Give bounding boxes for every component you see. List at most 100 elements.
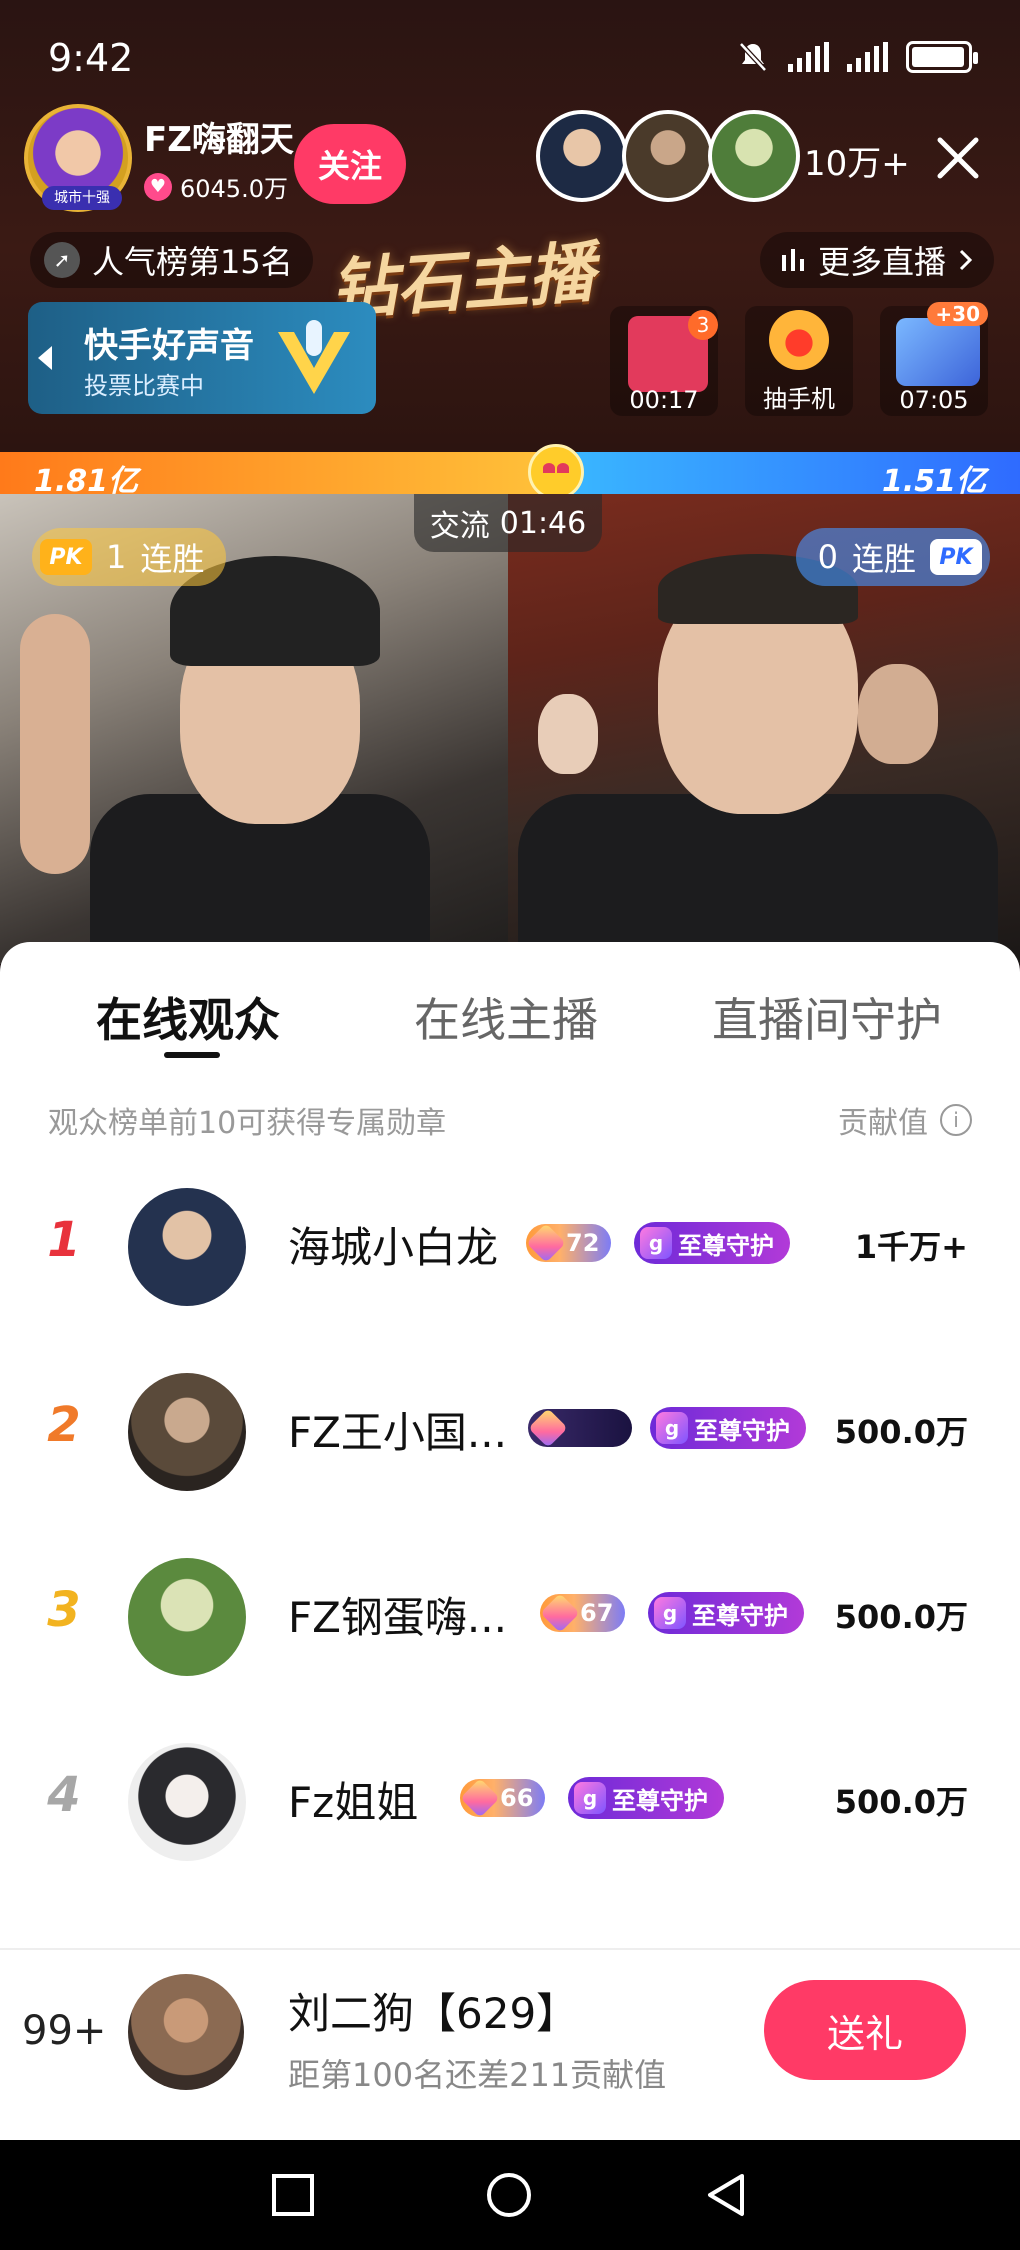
streamer-body <box>518 794 998 964</box>
contribution-header[interactable]: 贡献值 i <box>838 1098 972 1142</box>
guardian-badge: g 至尊守护 <box>634 1222 790 1264</box>
user-name: 海城小白龙 <box>288 1223 499 1272</box>
tab-online-audience[interactable]: 在线观众 <box>96 984 280 1050</box>
tab-room-guardians[interactable]: 直播间守护 <box>712 984 942 1050</box>
signal-icon-2 <box>847 42 888 72</box>
rank-icon: ➚ <box>44 242 80 278</box>
status-time: 9:42 <box>48 36 134 80</box>
gem-icon <box>526 1223 566 1263</box>
level-value: 72 <box>566 1229 600 1257</box>
ranking-hint: 观众榜单前10可获得专属勋章 <box>48 1106 447 1141</box>
raised-finger <box>20 614 90 874</box>
level-badge: 67 <box>540 1593 626 1633</box>
rank-number: 1 <box>47 1212 81 1268</box>
contribution-value: 500.0万 <box>834 1598 968 1636</box>
popularity-ticket-icon <box>896 318 980 386</box>
ranking-row[interactable]: 2 FZ王小国... g 至尊守护 500.0万 <box>0 1339 1020 1525</box>
microphone-v-icon <box>278 320 350 394</box>
viewer-avatar[interactable] <box>536 110 628 202</box>
lottery-widget[interactable]: 抽手机 <box>745 306 853 416</box>
ranking-row[interactable]: 4 Fz姐姐 66 g 至尊守护 500.0万 <box>0 1709 1020 1895</box>
contribution-label: 贡献值 <box>838 1106 928 1141</box>
viewer-avatar[interactable] <box>708 110 800 202</box>
follow-button[interactable]: 关注 <box>294 124 406 204</box>
user-name: Fz姐姐 <box>288 1778 419 1827</box>
gem-icon <box>540 1593 580 1633</box>
collapse-arrow-icon[interactable] <box>38 346 52 370</box>
avatar[interactable] <box>128 1558 246 1676</box>
timer-widget[interactable]: 3 00:17 <box>610 306 718 416</box>
gem-icon <box>528 1408 568 1448</box>
signal-icon <box>788 42 829 72</box>
heart-icon: ♥ <box>144 172 172 201</box>
rank-number: 3 <box>47 1582 81 1638</box>
widget-badge: +30 <box>927 302 988 326</box>
ranking-row[interactable]: 3 FZ钢蛋嗨... 67 g 至尊守护 500.0万 <box>0 1524 1020 1710</box>
contribution-value: 1千万+ <box>854 1228 968 1266</box>
guardian-badge: g 至尊守护 <box>650 1407 806 1449</box>
my-avatar[interactable] <box>128 1974 244 2090</box>
widget-badge: 3 <box>688 310 718 340</box>
background-person <box>858 664 938 764</box>
voice-contest-card[interactable]: 快手好声音 投票比赛中 <box>28 302 376 414</box>
status-icons <box>736 40 978 74</box>
more-live-label: 更多直播 <box>817 243 946 281</box>
pk-score-bar <box>0 452 1020 494</box>
avatar[interactable] <box>128 1188 246 1306</box>
more-live-button[interactable]: 更多直播 <box>759 232 994 288</box>
user-name: FZ王小国... <box>288 1408 507 1457</box>
top-viewer-avatars[interactable] <box>536 110 800 202</box>
viewer-count[interactable]: 10万+ <box>804 136 910 185</box>
host-name: FZ嗨翻天 <box>144 120 294 160</box>
viewer-avatar[interactable] <box>622 110 714 202</box>
guardian-label: 至尊守护 <box>612 1786 708 1815</box>
left-streak-count: 1 <box>106 538 127 576</box>
home-circle-icon[interactable] <box>484 2170 534 2220</box>
background-person <box>538 694 598 774</box>
guardian-label: 至尊守护 <box>694 1416 790 1445</box>
system-nav-bar <box>0 2140 1020 2250</box>
contribution-value: 500.0万 <box>834 1783 968 1821</box>
host-likes: ♥ 6045.0万 <box>144 169 294 204</box>
left-streak-label: 连胜 <box>140 540 205 578</box>
host-info[interactable]: 城市十强 FZ嗨翻天 ♥ 6045.0万 <box>24 104 294 212</box>
live-header: 9:42 城市十强 FZ嗨翻天 ♥ 6045.0万 关注 10万+ ➚ 人气榜第… <box>0 0 1020 452</box>
ranking-row[interactable]: 1 海城小白龙 72 g 至尊守护 1千万+ <box>0 1154 1020 1340</box>
host-avatar[interactable]: 城市十强 <box>24 104 132 212</box>
battery-icon <box>906 41 978 73</box>
my-name: 刘二狗【629】 <box>288 1989 579 2038</box>
status-bar: 9:42 <box>0 0 1020 120</box>
pk-time: 01:46 <box>499 505 587 541</box>
host-rank-tag: 城市十强 <box>42 186 122 210</box>
widget-label: 00:17 <box>629 386 699 414</box>
popularity-label: 人气榜第15名 <box>92 243 293 281</box>
right-streak-label: 连胜 <box>851 540 916 578</box>
recents-square-icon[interactable] <box>268 2170 318 2220</box>
guardian-icon: g <box>640 1227 672 1259</box>
my-rank: 99+ <box>22 2008 107 2054</box>
back-triangle-icon[interactable] <box>702 2170 752 2220</box>
host-likes-value: 6045.0万 <box>180 175 288 203</box>
right-win-streak: 0 连胜 PK <box>795 528 990 586</box>
level-value: 66 <box>500 1784 534 1812</box>
rank-number: 4 <box>47 1767 81 1823</box>
guardian-icon: g <box>574 1782 606 1814</box>
guardian-label: 至尊守护 <box>678 1231 774 1260</box>
rank-number: 2 <box>47 1397 81 1453</box>
tab-online-hosts[interactable]: 在线主播 <box>414 984 598 1050</box>
send-gift-button[interactable]: 送礼 <box>764 1980 966 2080</box>
popularity-rank[interactable]: ➚ 人气榜第15名 <box>30 232 313 288</box>
guardian-label: 至尊守护 <box>692 1601 788 1630</box>
gem-icon <box>460 1778 500 1818</box>
avatar[interactable] <box>128 1373 246 1491</box>
level-value: 67 <box>580 1599 614 1627</box>
popularity-widget[interactable]: +30 07:05 <box>880 302 988 416</box>
close-icon[interactable] <box>928 128 988 188</box>
right-streak-count: 0 <box>817 538 838 576</box>
my-rank-bar: 99+ 刘二狗【629】 距第100名还差211贡献值 送礼 <box>0 1948 1020 2140</box>
pk-badge-icon: PK <box>40 539 92 575</box>
avatar[interactable] <box>128 1743 246 1861</box>
info-icon[interactable]: i <box>940 1104 972 1136</box>
pk-timer: 交流 01:46 <box>414 494 602 552</box>
my-rank-gap: 距第100名还差211贡献值 <box>288 2056 667 2094</box>
